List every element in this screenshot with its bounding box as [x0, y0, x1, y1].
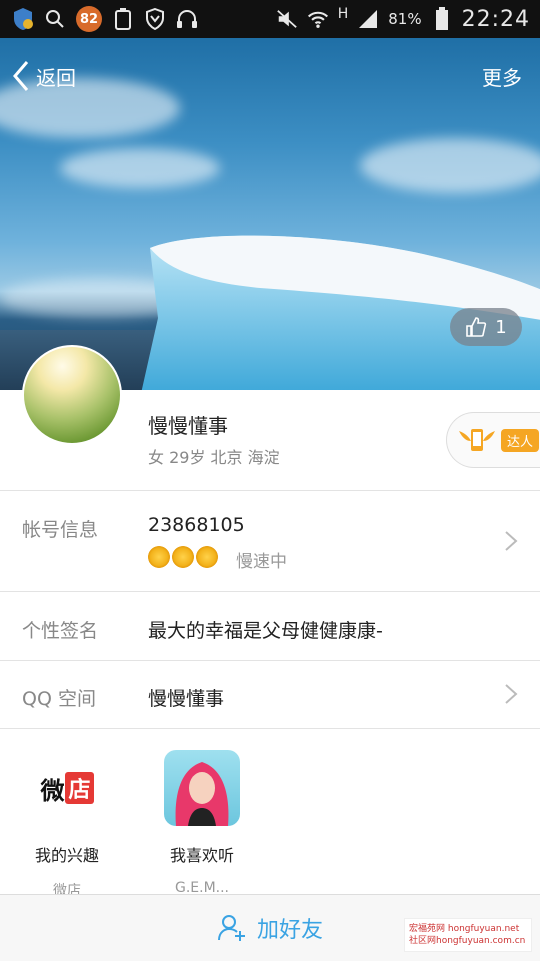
weidian-icon-text: 微 — [40, 776, 65, 805]
music-app-favorite[interactable]: 我喜欢听 G.E.M... — [162, 750, 242, 896]
headphones-icon — [176, 8, 198, 30]
cloud-shape — [60, 148, 220, 188]
battery-percent: 81% — [388, 10, 422, 28]
clock: 22:24 — [461, 6, 530, 32]
qq-level-suns — [148, 546, 218, 568]
sun-icon — [148, 546, 170, 568]
level-speed-status: 慢速中 — [236, 552, 287, 572]
qzone-label: QQ 空间 — [22, 688, 96, 710]
back-button[interactable]: 返回 — [12, 60, 76, 92]
divider — [0, 728, 540, 729]
profile-cover-image[interactable]: 返回 更多 1 — [0, 38, 540, 390]
chevron-right-icon — [505, 531, 518, 551]
cloud-shape — [360, 138, 540, 193]
like-count: 1 — [495, 316, 507, 338]
recycle-icon — [112, 8, 134, 30]
watermark-line: 社区网hongfuyuan.com.cn — [409, 936, 526, 946]
notification-count-badge: 82 — [76, 6, 102, 32]
app-label: 我喜欢听 — [169, 846, 234, 865]
account-info-label: 帐号信息 — [22, 519, 99, 541]
network-type-label: H — [337, 6, 349, 22]
like-button[interactable]: 1 — [450, 308, 522, 346]
avatar[interactable] — [22, 345, 122, 445]
mute-icon — [276, 8, 298, 30]
wifi-icon — [307, 8, 329, 30]
back-label: 返回 — [36, 65, 76, 90]
profile-nickname: 慢慢懂事 — [148, 414, 228, 438]
winged-phone-icon — [459, 429, 495, 451]
thumbs-up-icon — [466, 317, 487, 337]
search-icon — [44, 8, 66, 30]
divider — [0, 591, 540, 592]
chevron-right-icon — [505, 684, 518, 704]
qzone-name: 慢慢懂事 — [148, 688, 225, 710]
watermark-line: 宏福苑网 hongfuyuan.net — [409, 924, 520, 934]
qq-number: 23868105 — [148, 514, 245, 536]
signature-label: 个性签名 — [22, 620, 99, 642]
app-label: 我的兴趣 — [34, 846, 99, 865]
weidian-icon-text-2: 店 — [65, 772, 94, 804]
singer-portrait-shape — [175, 762, 229, 826]
shield-check-icon — [144, 8, 166, 30]
profile-meta: 女 29岁 北京 海淀 — [148, 448, 280, 467]
battery-icon — [431, 7, 453, 30]
weidian-icon: 微 店 — [29, 750, 105, 826]
talent-label: 达人 — [501, 428, 540, 452]
chevron-left-icon — [13, 61, 29, 91]
status-bar: 82 H 81% 22:24 — [0, 0, 540, 38]
signature-text: 最大的幸福是父母健健康康- — [148, 620, 383, 642]
add-user-icon — [217, 915, 245, 941]
divider — [0, 490, 540, 491]
signal-icon — [357, 8, 379, 30]
interest-app-weidian[interactable]: 微 店 我的兴趣 微店 — [27, 750, 107, 900]
security-shield-icon — [12, 8, 34, 30]
add-friend-button[interactable]: 加好友 — [257, 912, 323, 944]
more-button[interactable]: 更多 — [482, 62, 522, 91]
talent-badge-button[interactable]: 达人 — [446, 412, 540, 468]
divider — [0, 660, 540, 661]
sun-icon — [172, 546, 194, 568]
sun-icon — [196, 546, 218, 568]
singer-cover-image — [164, 750, 240, 826]
watermark: 宏福苑网 hongfuyuan.net 社区网hongfuyuan.com.cn — [404, 918, 532, 952]
